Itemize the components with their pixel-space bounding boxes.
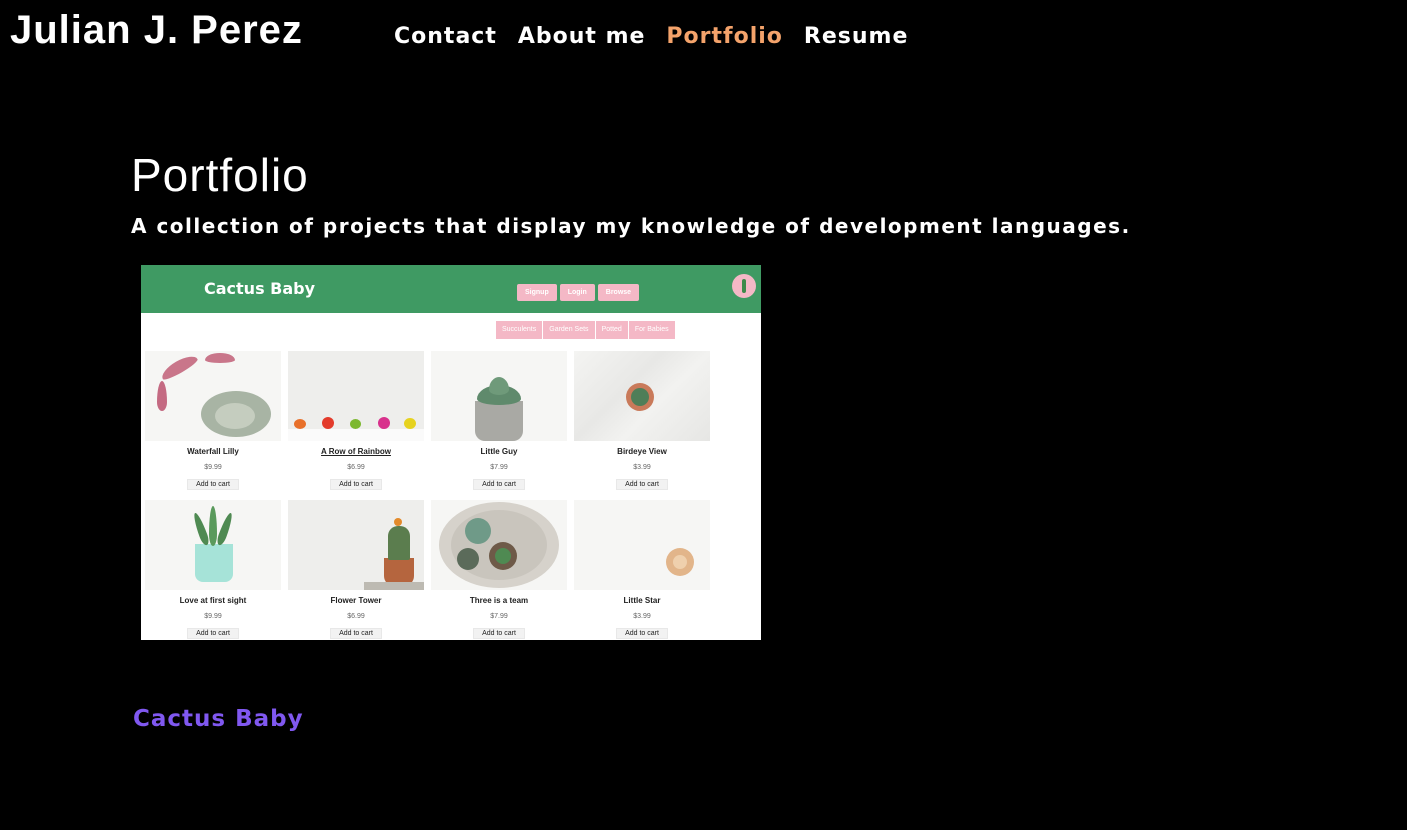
product-name: Waterfall Lilly [187,447,239,456]
product-name: Love at first sight [179,596,247,605]
screenshot-categories: Succulents Garden Sets Potted For Babies [496,321,675,339]
add-to-cart-button: Add to cart [473,479,525,490]
project-screenshot[interactable]: Cactus Baby Signup Login Browse Succulen… [141,265,761,640]
nav-portfolio[interactable]: Portfolio [666,26,783,48]
screenshot-brand: Cactus Baby [204,279,316,298]
screenshot-product-grid: Waterfall Lilly $9.99 Add to cart A Row … [145,351,710,639]
product-card: Waterfall Lilly $9.99 Add to cart [145,351,281,490]
add-to-cart-button: Add to cart [616,628,668,639]
add-to-cart-button: Add to cart [187,628,239,639]
product-card: Love at first sight $9.99 Add to cart [145,500,281,639]
product-card: Flower Tower $6.99 Add to cart [288,500,424,639]
potted-succulent-image [431,351,567,441]
nav-contact[interactable]: Contact [394,26,497,48]
product-name: A Row of Rainbow [321,447,391,456]
screenshot-category: Garden Sets [543,321,595,339]
screenshot-category: Potted [595,321,628,339]
screenshot-signup-button: Signup [517,284,557,301]
product-price: $6.99 [347,613,365,620]
screenshot-category: For Babies [628,321,675,339]
aloe-plant-image [145,500,281,590]
product-price: $3.99 [633,613,651,620]
screenshot-login-button: Login [559,284,595,301]
page-subtitle: A collection of projects that display my… [131,214,1131,238]
birdseye-plant-image [574,351,710,441]
product-price: $7.99 [490,464,508,471]
product-price: $3.99 [633,464,651,471]
screenshot-browse-button: Browse [597,284,640,301]
add-to-cart-button: Add to cart [616,479,668,490]
succulent-image [145,351,281,441]
product-price: $9.99 [204,613,222,620]
add-to-cart-button: Add to cart [187,479,239,490]
screenshot-category: Succulents [496,321,543,339]
screenshot-navbar: Cactus Baby Signup Login Browse [141,265,761,313]
nav-resume[interactable]: Resume [804,26,908,48]
product-price: $7.99 [490,613,508,620]
product-card: Three is a team $7.99 Add to cart [431,500,567,639]
page-title: Portfolio [131,149,309,201]
product-card: A Row of Rainbow $6.99 Add to cart [288,351,424,490]
main-nav: Contact About me Portfolio Resume [394,26,929,48]
product-name: Three is a team [469,596,529,605]
product-name: Little Guy [480,447,518,456]
rainbow-plants-image [288,351,424,441]
product-price: $6.99 [347,464,365,471]
tray-plants-image [431,500,567,590]
project-link-cactus-baby[interactable]: Cactus Baby [133,706,304,732]
add-to-cart-button: Add to cart [330,628,382,639]
add-to-cart-button: Add to cart [330,479,382,490]
product-name: Birdeye View [617,447,667,456]
cactus-plant-image [288,500,424,590]
product-name: Flower Tower [330,596,382,605]
add-to-cart-button: Add to cart [473,628,525,639]
site-title: Julian J. Perez [10,8,303,52]
cactus-logo-icon [732,274,756,298]
product-name: Little Star [623,596,661,605]
product-card: Birdeye View $3.99 Add to cart [574,351,710,490]
nav-about-me[interactable]: About me [518,26,646,48]
star-succulent-image [574,500,710,590]
product-card: Little Guy $7.99 Add to cart [431,351,567,490]
product-card: Little Star $3.99 Add to cart [574,500,710,639]
product-price: $9.99 [204,464,222,471]
